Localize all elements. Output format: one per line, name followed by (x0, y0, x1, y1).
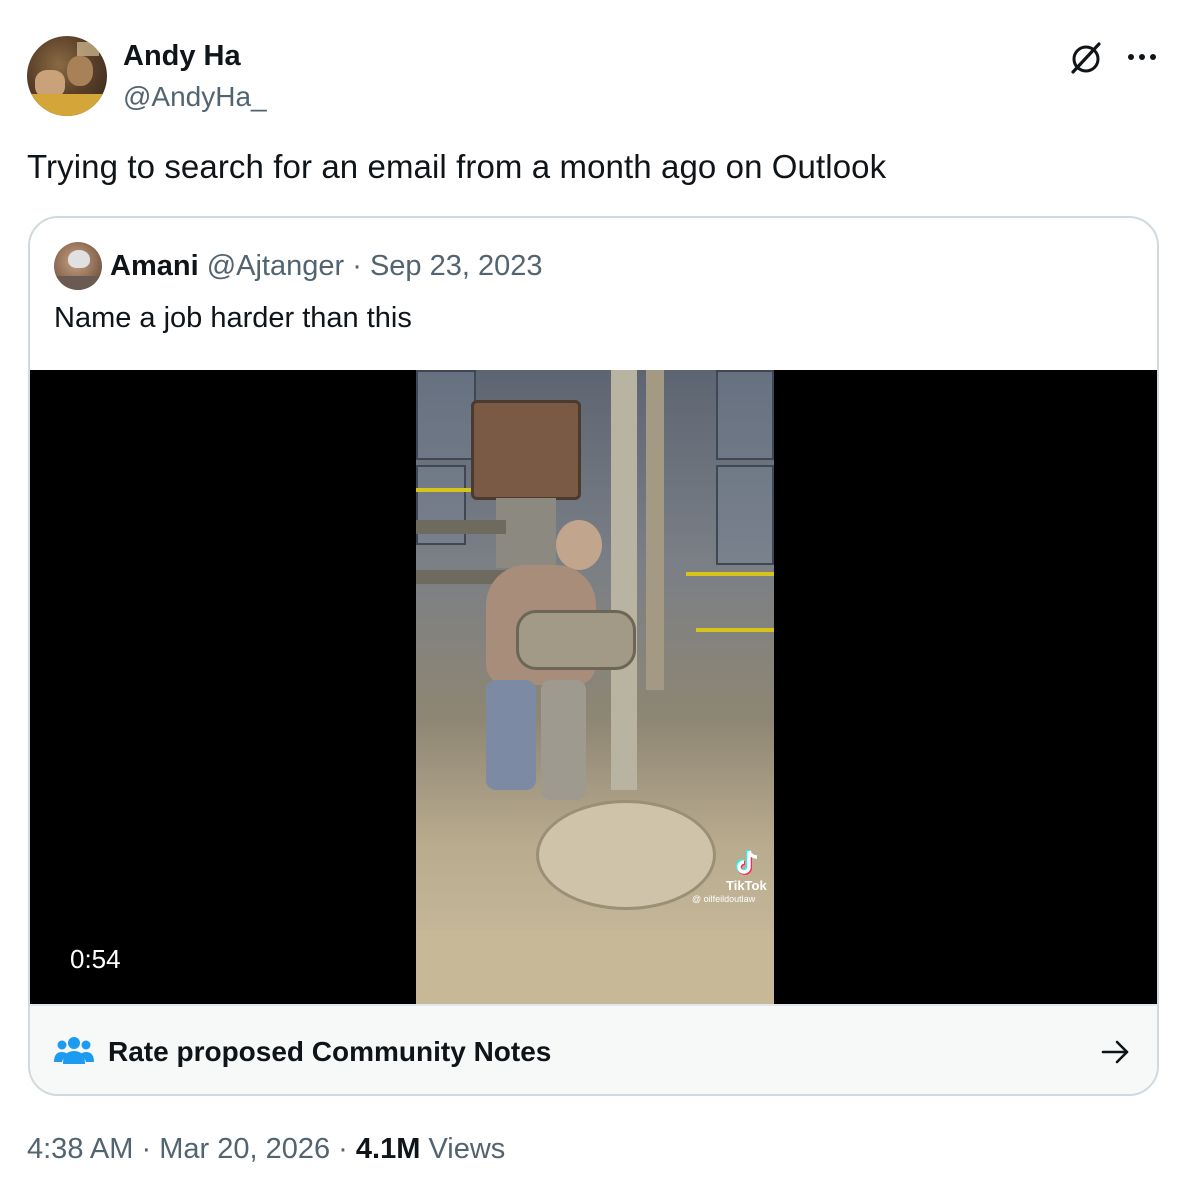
video-duration: 0:54 (70, 944, 121, 974)
author-handle[interactable]: @AndyHa_ (123, 81, 267, 113)
quoted-meta: Amani @Ajtanger · Sep 23, 2023 (110, 250, 543, 283)
tiktok-brand: TikTok (726, 878, 767, 893)
community-notes-bar[interactable]: Rate proposed Community Notes (30, 1004, 1157, 1094)
tiktok-user: @ oilfeildoutlaw (692, 894, 756, 904)
views-count[interactable]: 4.1M (356, 1133, 420, 1165)
quoted-name[interactable]: Amani (110, 250, 199, 282)
author-name[interactable]: Andy Ha (123, 40, 241, 73)
tiktok-logo-icon (736, 850, 758, 875)
quoted-avatar[interactable] (54, 242, 102, 290)
quoted-handle[interactable]: @Ajtanger (207, 250, 344, 282)
people-icon (54, 1037, 94, 1064)
quoted-date[interactable]: Sep 23, 2023 (370, 250, 543, 282)
community-notes-label[interactable]: Rate proposed Community Notes (108, 1036, 551, 1068)
arrow-right-icon[interactable] (1100, 1036, 1132, 1068)
grok-icon[interactable] (1067, 39, 1105, 77)
tweet-time[interactable]: 4:38 AM (27, 1133, 133, 1165)
video-player[interactable]: TikTok @ oilfeildoutlaw 0:54 (30, 370, 1157, 1004)
author-avatar[interactable] (27, 36, 107, 116)
tweet-date[interactable]: Mar 20, 2026 (159, 1133, 330, 1165)
video-frame: TikTok @ oilfeildoutlaw (416, 370, 774, 1004)
footer-separator: · (338, 1133, 348, 1165)
meta-separator: · (352, 250, 362, 282)
quoted-tweet-card[interactable]: Amani @Ajtanger · Sep 23, 2023 Name a jo… (28, 216, 1159, 1096)
tweet-text: Trying to search for an email from a mon… (27, 148, 887, 185)
more-icon[interactable] (1124, 39, 1160, 75)
quoted-text: Name a job harder than this (54, 302, 412, 334)
tweet-footer: 4:38 AM · Mar 20, 2026 · 4.1M Views (27, 1133, 505, 1166)
views-label: Views (428, 1133, 506, 1165)
footer-separator: · (141, 1133, 152, 1165)
